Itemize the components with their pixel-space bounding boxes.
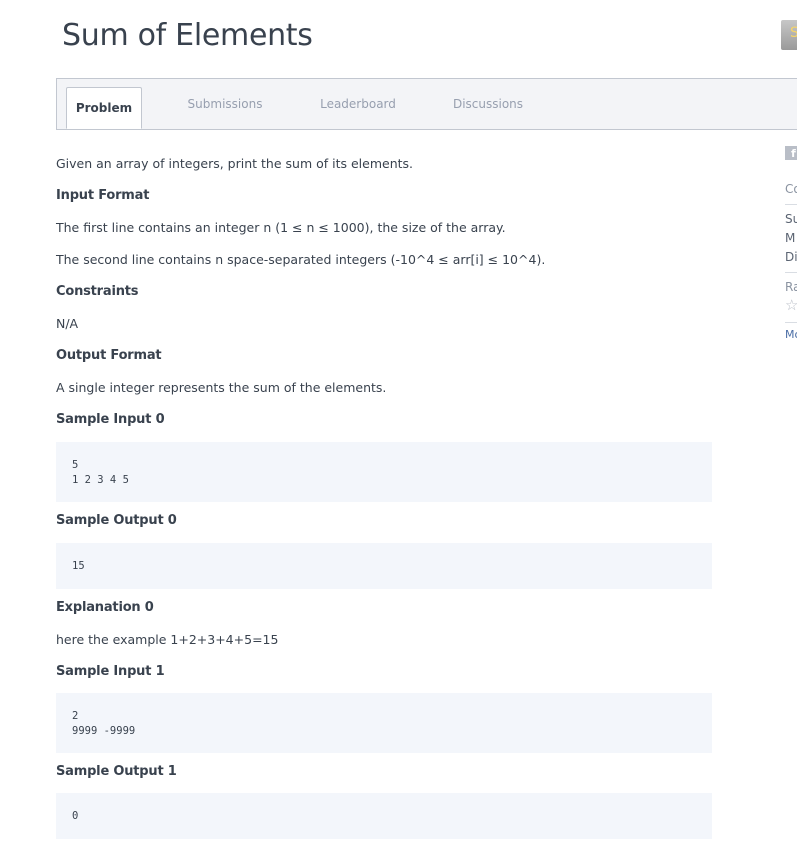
- code-line: 5: [72, 459, 79, 471]
- star-icon[interactable]: ☆: [785, 298, 797, 313]
- sidebar-item-su: Su: [785, 212, 797, 226]
- explanation-0-text: here the example 1+2+3+4+5=15: [56, 632, 279, 647]
- sample-input-0-heading: Sample Input 0: [56, 412, 165, 427]
- sidebar-item-m: M: [785, 231, 796, 245]
- page-title: Sum of Elements: [62, 18, 313, 53]
- sidebar-divider: [785, 204, 797, 205]
- explanation-0-heading: Explanation 0: [56, 600, 154, 615]
- sample-input-1-heading: Sample Input 1: [56, 664, 165, 679]
- sidebar-item-ra: Ra: [785, 280, 797, 294]
- sample-output-0-block: 15: [56, 543, 712, 589]
- code-line: 0: [72, 810, 79, 822]
- input-format-line-2: The second line contains n space-separat…: [56, 252, 546, 267]
- sample-input-0-block: 5 1 2 3 4 5: [56, 442, 712, 502]
- tab-bar: Problem Submissions Leaderboard Discussi…: [56, 78, 797, 130]
- facebook-icon[interactable]: f: [785, 146, 797, 160]
- sidebar-divider: [785, 322, 797, 323]
- sample-output-1-heading: Sample Output 1: [56, 764, 177, 779]
- sidebar-item-co: Co: [785, 182, 797, 196]
- constraints-text: N/A: [56, 316, 79, 331]
- constraints-heading: Constraints: [56, 284, 139, 299]
- tab-leaderboard[interactable]: Leaderboard: [310, 79, 406, 129]
- sample-input-1-block: 2 9999 -9999: [56, 693, 712, 753]
- input-format-line-1: The first line contains an integer n (1 …: [56, 220, 506, 235]
- sidebar-item-di: Di: [785, 250, 797, 264]
- output-format-text: A single integer represents the sum of t…: [56, 380, 387, 395]
- sidebar-item-mo[interactable]: Mo: [785, 328, 797, 341]
- code-line: 9999 -9999: [72, 725, 136, 737]
- sidebar-divider: [785, 272, 797, 273]
- tab-submissions[interactable]: Submissions: [177, 79, 273, 129]
- top-right-button-glyph: S: [790, 25, 797, 41]
- tab-discussions[interactable]: Discussions: [443, 79, 533, 129]
- tab-problem[interactable]: Problem: [66, 87, 142, 129]
- sample-output-0-heading: Sample Output 0: [56, 513, 177, 528]
- output-format-heading: Output Format: [56, 348, 162, 363]
- code-line: 2: [72, 710, 79, 722]
- code-line: 15: [72, 560, 85, 572]
- input-format-heading: Input Format: [56, 188, 150, 203]
- top-right-button[interactable]: S: [781, 20, 797, 50]
- problem-page: Sum of Elements S Problem Submissions Le…: [0, 0, 797, 855]
- problem-intro: Given an array of integers, print the su…: [56, 156, 414, 171]
- code-line: 1 2 3 4 5: [72, 474, 129, 486]
- sample-output-1-block: 0: [56, 793, 712, 839]
